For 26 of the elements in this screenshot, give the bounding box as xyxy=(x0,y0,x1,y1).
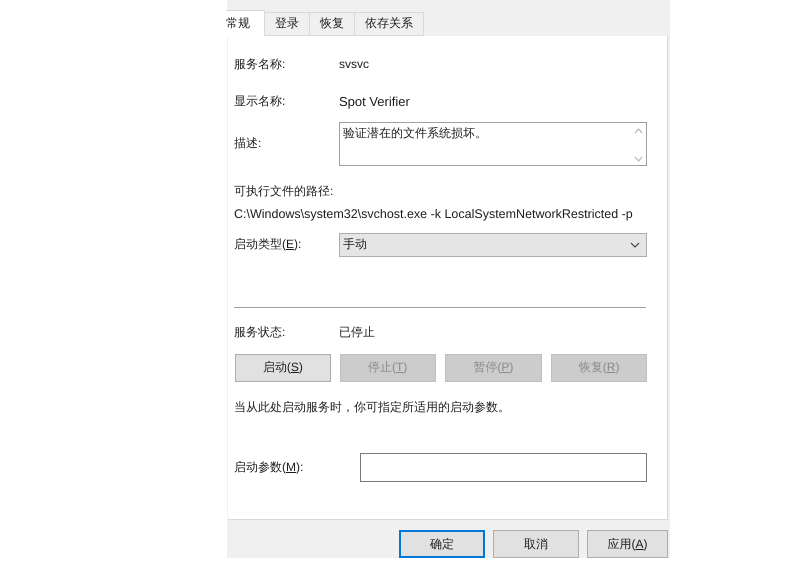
startup-type-dropdown[interactable]: 手动 xyxy=(339,232,647,257)
tab[interactable]: 恢复 xyxy=(309,12,355,36)
path-value: C:\Windows\system32\svchost.exe -k LocalSystemNetworkRestricted -p xyxy=(234,206,633,221)
field-label: 可执行文件的路径: xyxy=(234,182,334,200)
service-name-value: svsvc xyxy=(339,57,369,72)
display-name-value: Spot Verifier xyxy=(339,94,410,109)
dialog-button[interactable]: 确定 xyxy=(399,530,485,558)
status-value: 已停止 xyxy=(339,324,375,341)
tab[interactable]: 登录 xyxy=(264,12,310,36)
chevron-down-icon xyxy=(630,242,640,248)
field-label: 显示名称: xyxy=(234,92,286,110)
field-label: 描述: xyxy=(234,135,262,152)
dialog-button[interactable]: 取消 xyxy=(493,530,579,558)
scroll-up-icon[interactable] xyxy=(634,128,642,134)
field-label: 启动类型(E): xyxy=(234,236,302,254)
hint-text: 当从此处启动服务时，你可指定所适用的启动参数。 xyxy=(234,398,511,416)
scroll-down-icon[interactable] xyxy=(634,156,642,162)
field-label: 服务名称: xyxy=(234,56,286,73)
tab[interactable]: 常规 xyxy=(226,10,265,36)
start-parameters-field[interactable] xyxy=(360,452,647,482)
dialog-button[interactable]: 应用(A) xyxy=(587,530,668,558)
field-label: 服务状态: xyxy=(234,324,286,341)
field-label: 启动参数(M): xyxy=(234,458,304,476)
tab[interactable]: 依存关系 xyxy=(354,12,424,36)
service-control-button[interactable]: 启动(S) xyxy=(235,354,331,382)
description-box[interactable]: 验证潜在的文件系统损坏。 xyxy=(339,122,647,166)
